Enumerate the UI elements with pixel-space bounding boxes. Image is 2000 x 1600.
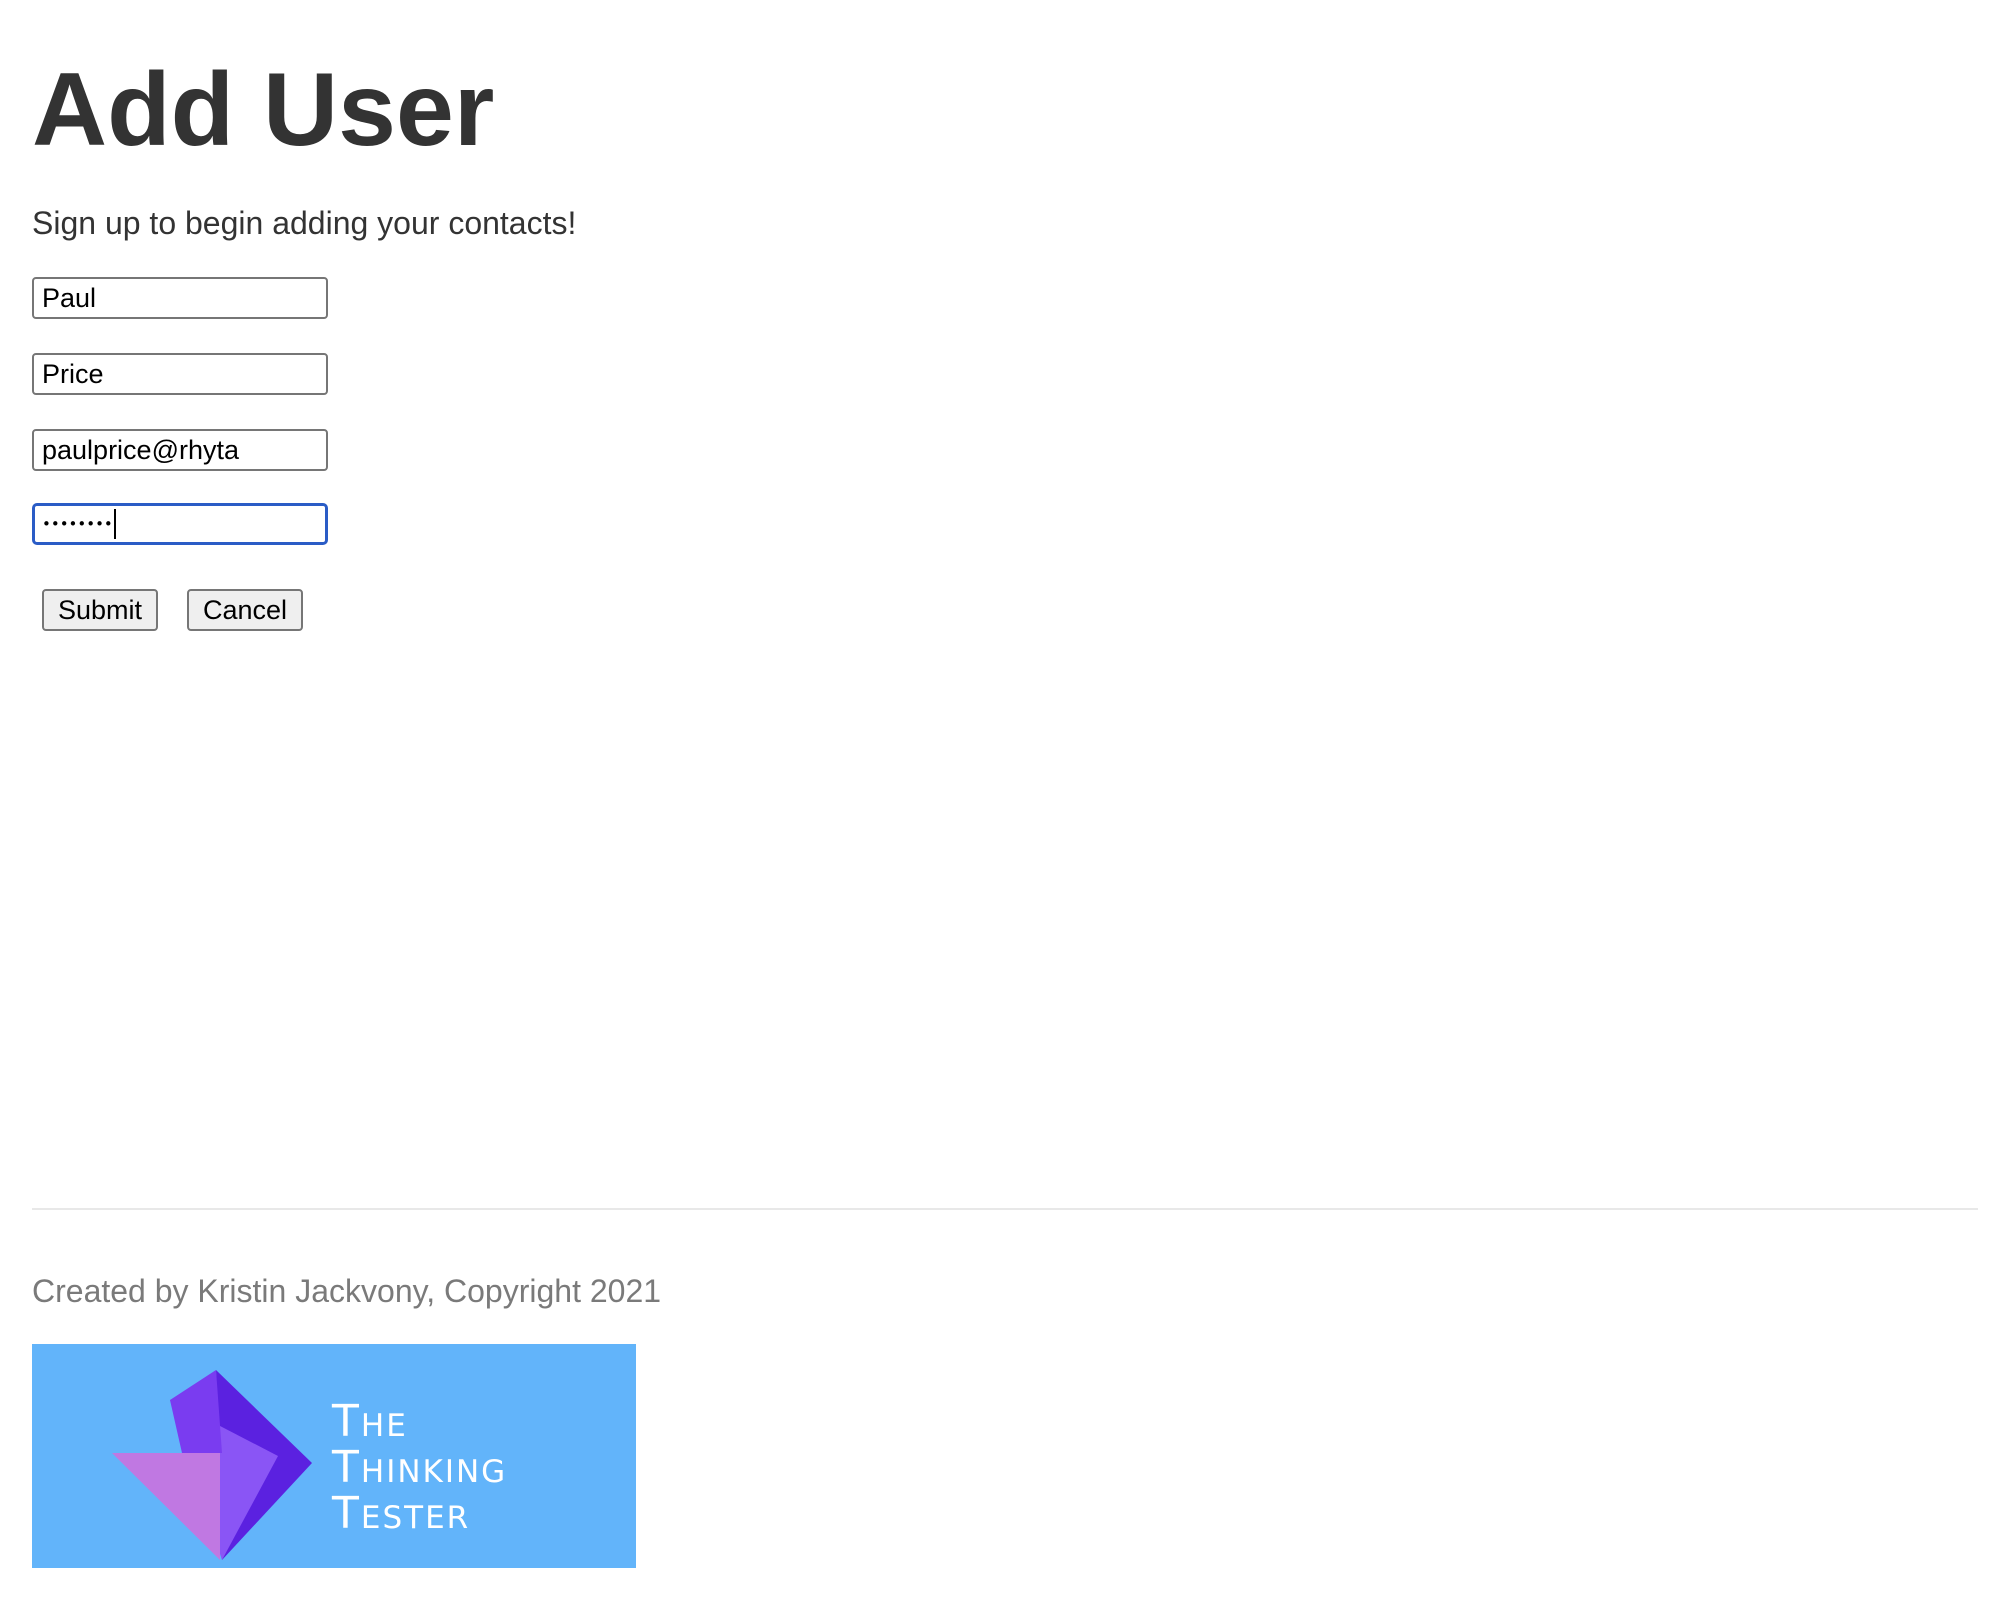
password-input[interactable]: ••••••••	[32, 503, 328, 545]
logo-line-1: The	[331, 1396, 408, 1447]
footer-credit: Created by Kristin Jackvony, Copyright 2…	[32, 1273, 662, 1309]
footer-divider	[32, 1208, 1978, 1210]
submit-button[interactable]: Submit	[42, 589, 158, 631]
page-title: Add User	[32, 52, 495, 168]
last-name-input[interactable]	[32, 353, 328, 395]
password-masked-value: ••••••••	[42, 514, 113, 533]
first-name-input[interactable]	[32, 277, 328, 319]
text-caret	[113, 509, 116, 539]
add-user-page: Add User Sign up to begin adding your co…	[0, 0, 2000, 1600]
cancel-button[interactable]: Cancel	[187, 589, 303, 631]
email-input[interactable]	[32, 429, 328, 471]
the-thinking-tester-logo: The Thinking Tester	[32, 1344, 636, 1568]
logo-line-3: Tester	[331, 1488, 470, 1539]
logo-line-2: Thinking	[331, 1442, 507, 1493]
page-subtitle: Sign up to begin adding your contacts!	[32, 205, 577, 241]
